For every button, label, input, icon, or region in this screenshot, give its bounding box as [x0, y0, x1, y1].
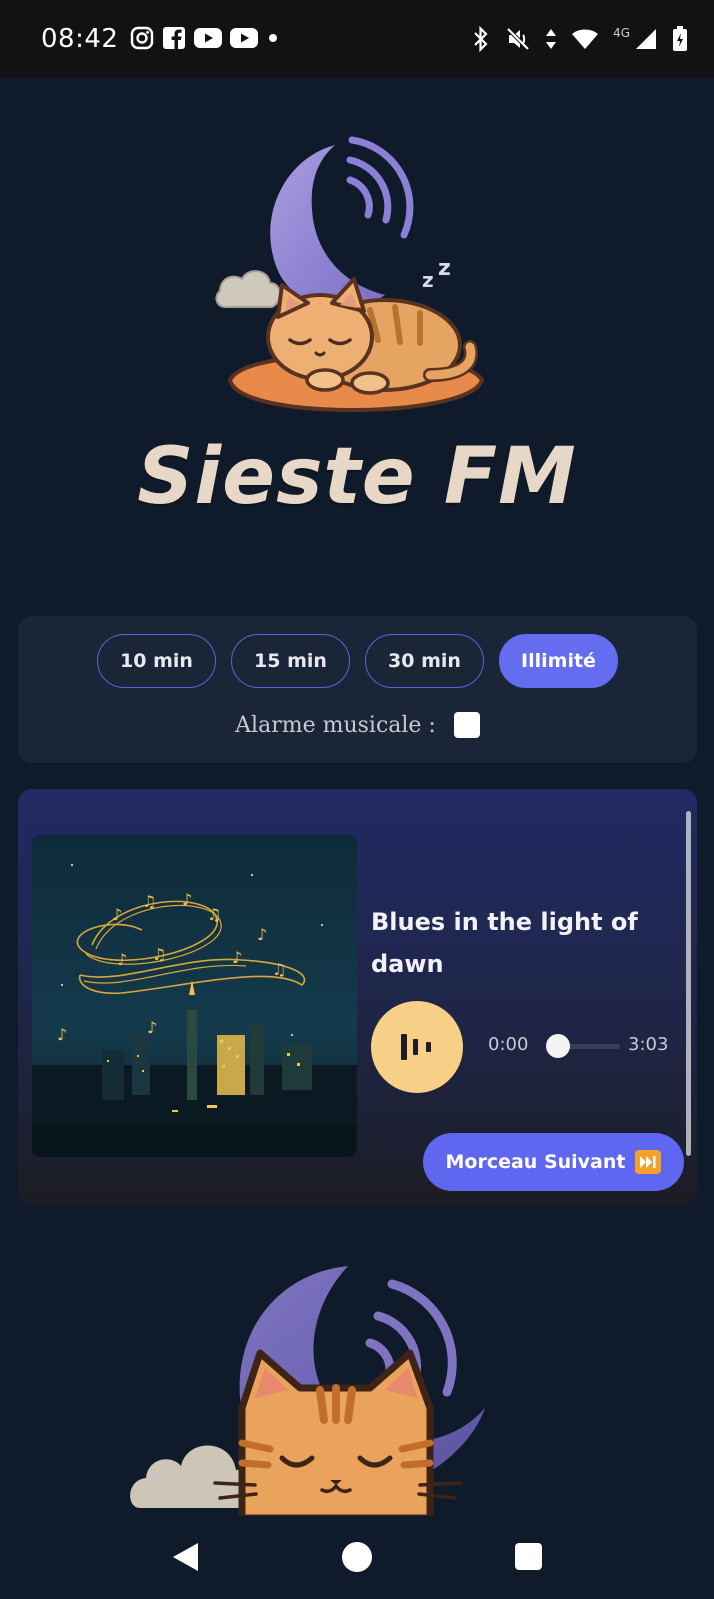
- timer-options: 10 min 15 min 30 min Illimité: [18, 634, 697, 688]
- track-title: Blues in the light of dawn: [371, 908, 638, 978]
- system-icons: 4G: [471, 26, 688, 52]
- battery-icon: [673, 26, 687, 51]
- svg-text:♫: ♫: [272, 960, 286, 979]
- timer-10min-button[interactable]: 10 min: [97, 634, 216, 688]
- svg-text:♪: ♪: [232, 948, 242, 967]
- app-title: Sieste FM: [137, 432, 577, 522]
- music-player-card: ♪ ♫ ♪ ♫ ♪ ♪ ♫ ♪ ♫ ♪ ♪ Blues in the light…: [18, 789, 697, 1205]
- next-track-button[interactable]: Morceau Suivant: [423, 1133, 684, 1191]
- total-time: 3:03: [628, 1034, 669, 1055]
- wifi-icon: [572, 29, 599, 49]
- svg-text:z: z: [438, 256, 451, 281]
- svg-text:♪: ♪: [257, 925, 267, 944]
- sleeping-cat-logo: z z: [215, 136, 485, 413]
- album-cover-art: ♪ ♫ ♪ ♫ ♪ ♪ ♫ ♪ ♫ ♪ ♪: [32, 835, 357, 1157]
- alarm-row: Alarme musicale :: [18, 712, 697, 738]
- current-time: 0:00: [488, 1034, 529, 1055]
- facebook-icon: [163, 27, 185, 49]
- svg-text:♫: ♫: [207, 905, 221, 924]
- youtube-icon: [230, 28, 258, 48]
- album-cover: ♪ ♫ ♪ ♫ ♪ ♪ ♫ ♪ ♫ ♪ ♪: [32, 835, 357, 1157]
- mute-icon: [506, 27, 530, 51]
- alarm-label: Alarme musicale :: [235, 712, 436, 738]
- network-type-label: 4G: [613, 26, 630, 40]
- pause-icon: [401, 1034, 431, 1060]
- instagram-icon: [130, 26, 154, 50]
- svg-text:♪: ♪: [117, 950, 127, 969]
- app-root: 08:42 4G z z Sieste FM 10 min 15 min 30 …: [0, 0, 714, 1599]
- bluetooth-icon: [474, 26, 488, 52]
- next-track-label: Morceau Suivant: [445, 1151, 626, 1173]
- svg-text:♪: ♪: [147, 1018, 157, 1037]
- alarm-checkbox[interactable]: [453, 712, 480, 738]
- svg-text:♫: ♫: [142, 892, 156, 911]
- cat-moon-illustration: [130, 1266, 485, 1516]
- svg-text:♪: ♪: [112, 905, 122, 924]
- player-scrollbar[interactable]: [686, 811, 691, 1156]
- dot-icon: [269, 34, 277, 42]
- system-nav-bar: [0, 1516, 714, 1599]
- svg-text:♪: ♪: [57, 1025, 67, 1044]
- skip-forward-icon: [635, 1150, 662, 1174]
- youtube-icon: [194, 28, 222, 48]
- data-arrows-icon: [546, 29, 557, 49]
- sleep-timer-panel: 10 min 15 min 30 min Illimité Alarme mus…: [18, 616, 697, 763]
- cell-signal-icon: [636, 29, 656, 49]
- home-icon[interactable]: [342, 1542, 372, 1572]
- timer-15min-button[interactable]: 15 min: [231, 634, 350, 688]
- timer-unlimited-button[interactable]: Illimité: [499, 634, 618, 688]
- svg-text:♪: ♪: [182, 890, 192, 909]
- recent-apps-icon[interactable]: [515, 1543, 542, 1570]
- notification-icons: [130, 26, 280, 50]
- status-time: 08:42: [41, 24, 119, 54]
- status-bar: 08:42 4G: [0, 0, 714, 78]
- progress-thumb[interactable]: [546, 1034, 570, 1058]
- play-pause-button[interactable]: [371, 1001, 463, 1093]
- svg-text:♫: ♫: [152, 945, 166, 964]
- back-icon[interactable]: [170, 1541, 200, 1573]
- timer-30min-button[interactable]: 30 min: [365, 634, 484, 688]
- svg-text:z: z: [422, 268, 434, 292]
